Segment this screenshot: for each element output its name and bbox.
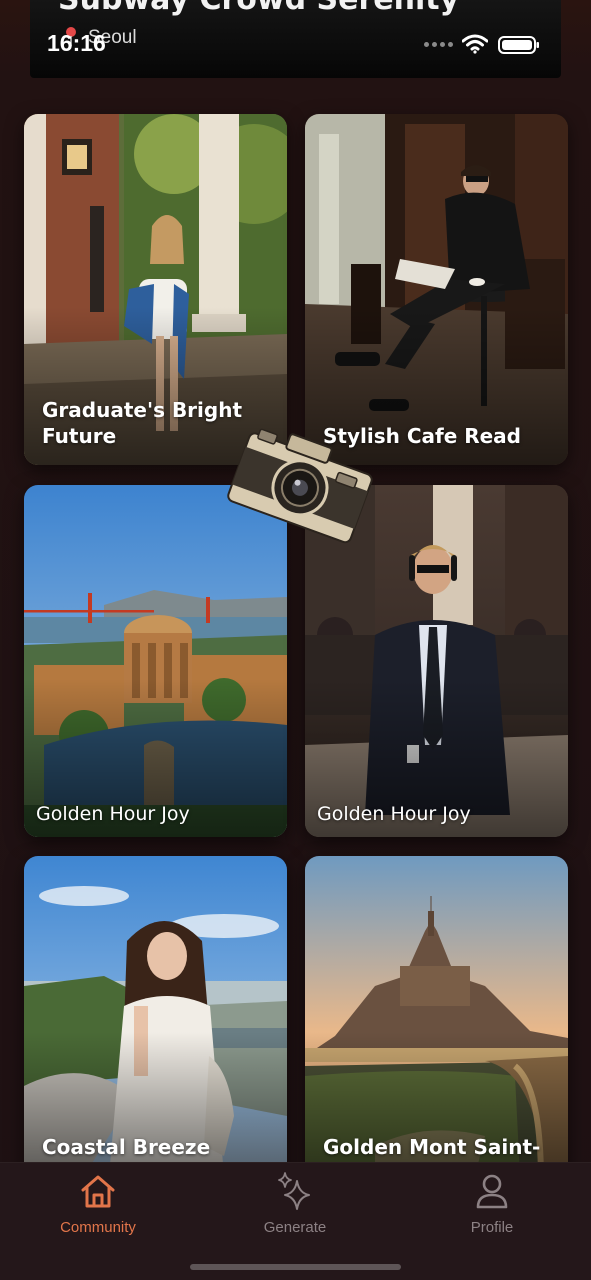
tab-label: Generate [263,1219,327,1236]
banner-title: Subway Crowd Serenity [58,0,459,17]
tab-profile[interactable]: Profile [422,1171,562,1241]
battery-icon [498,36,539,54]
feed-card-mont-saint-michel[interactable]: Golden Mont Saint- [305,856,568,1176]
person-icon [476,1174,508,1209]
tab-community[interactable]: Community [28,1171,168,1241]
feed-card-coastal[interactable]: Coastal Breeze [24,856,287,1176]
tab-generate[interactable]: Generate [225,1171,365,1241]
home-icon [81,1175,115,1208]
sparkle-icon [278,1172,310,1210]
card-title: Golden Mont Saint- [323,1135,541,1159]
bottom-tab-bar: Community Generate Profile [0,1162,591,1280]
status-time: 16:16 [47,30,106,56]
feed-card-graduate[interactable]: Graduate's Bright Future [24,114,287,465]
camera-sticker-icon [227,428,373,544]
feed-card-cafe[interactable]: Stylish Cafe Read [305,114,568,465]
wifi-icon [462,34,488,54]
card-title: Golden Hour Joy [36,803,190,825]
card-title: Coastal Breeze [42,1135,211,1159]
card-title: Golden Hour Joy [317,803,471,825]
tab-label: Community [60,1219,136,1236]
home-indicator[interactable] [190,1264,401,1270]
cellular-signal-icon [424,42,453,47]
tab-label: Profile [470,1219,514,1236]
